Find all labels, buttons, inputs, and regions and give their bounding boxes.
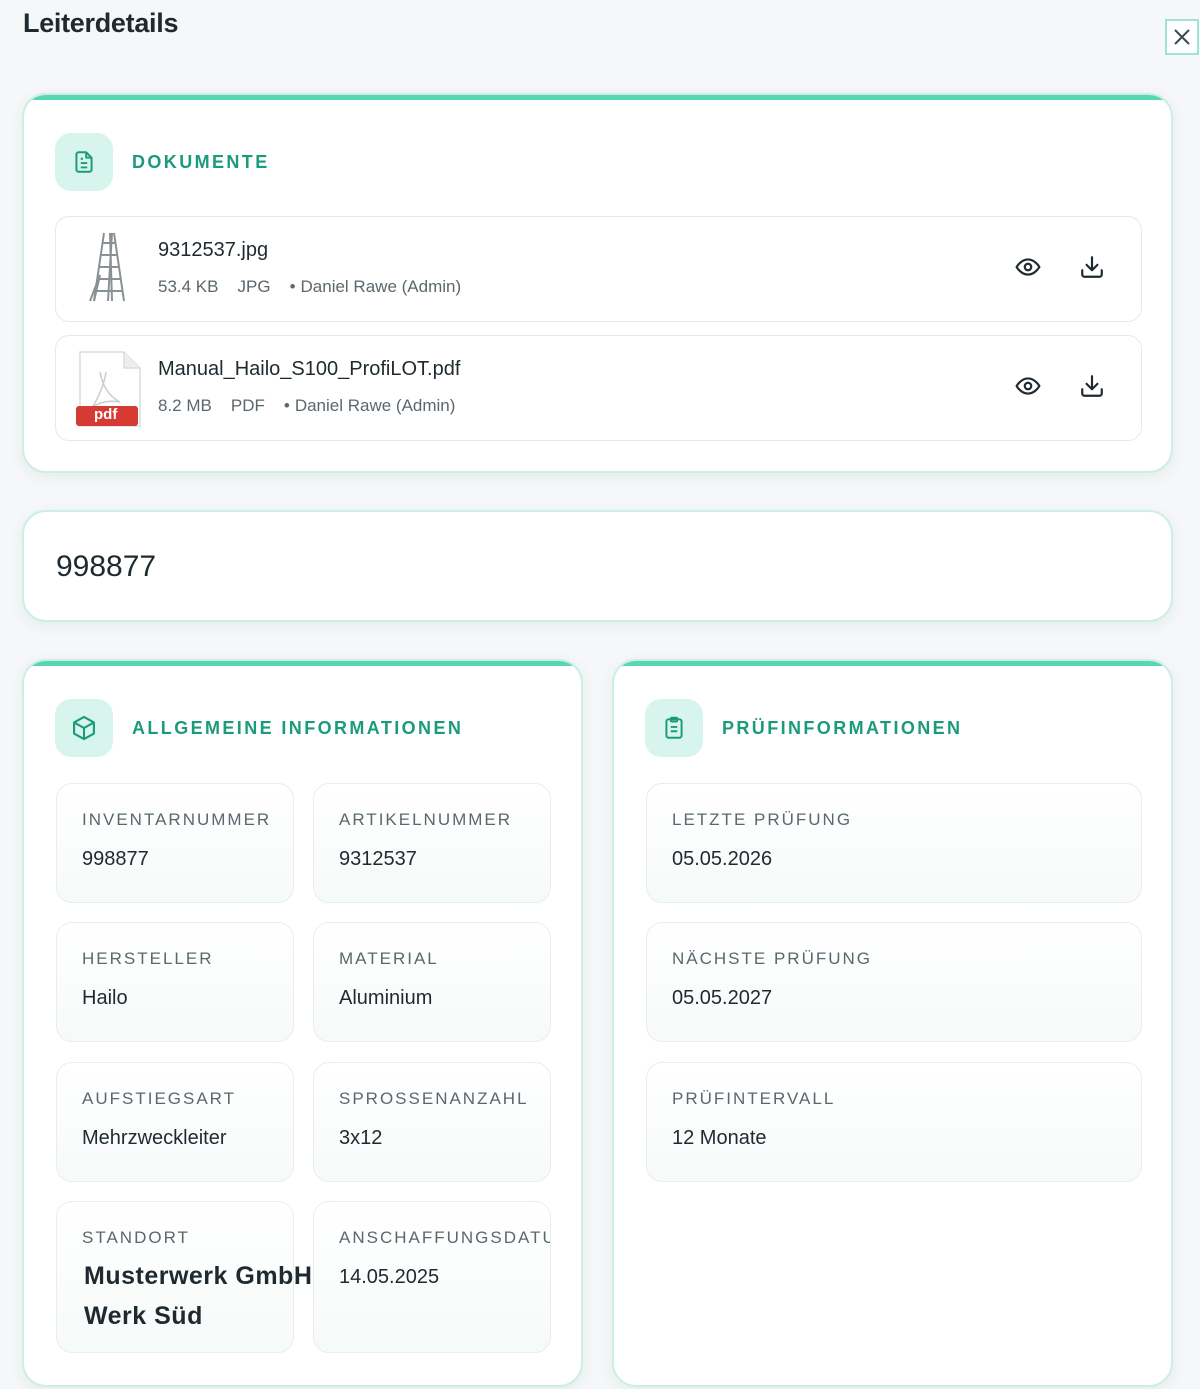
document-row[interactable]: pdf Manual_Hailo_S100_ProfiLOT.pdf 8.2 M…	[55, 335, 1142, 441]
document-meta: 8.2 MB PDF • Daniel Rawe (Admin)	[158, 396, 474, 416]
document-uploader: Daniel Rawe (Admin)	[294, 396, 456, 415]
pdf-file-icon: pdf	[74, 350, 144, 428]
field-article-number: ARTIKELNUMMER 9312537	[313, 783, 551, 903]
document-size: 8.2 MB	[158, 396, 212, 415]
field-value: Hailo	[82, 987, 128, 1009]
field-value: 9312537	[339, 848, 417, 870]
field-inventory-number: INVENTARNUMMER 998877	[56, 783, 294, 903]
identifier-value: 998877	[56, 550, 157, 583]
field-label: MATERIAL	[339, 949, 439, 968]
eye-icon	[1015, 258, 1041, 276]
document-icon	[55, 133, 113, 191]
document-type: JPG	[237, 277, 271, 296]
field-value: 05.05.2026	[672, 848, 773, 870]
document-type: PDF	[230, 396, 265, 415]
field-value: 3x12	[339, 1127, 383, 1149]
field-location: STANDORT Musterwerk GmbH, Werk Süd	[56, 1201, 319, 1353]
field-label: INVENTARNUMMER	[82, 810, 272, 829]
download-icon	[1081, 375, 1103, 397]
field-value: Mehrzweckleiter	[82, 1127, 227, 1149]
document-name[interactable]: 9312537.jpg	[158, 239, 268, 262]
field-manufacturer: HERSTELLER Hailo	[56, 922, 294, 1042]
field-value: Aluminium	[339, 987, 433, 1009]
field-label: NÄCHSTE PRÜFUNG	[672, 949, 873, 968]
general-info-header: ALLGEMEINE INFORMATIONEN	[55, 699, 463, 757]
documents-card: DOKUMENTE 9312537.jpg 53.4 KB JPG • Dani…	[22, 93, 1173, 473]
document-name[interactable]: Manual_Hailo_S100_ProfiLOT.pdf	[158, 358, 460, 381]
page-title: Leiterdetails	[23, 8, 179, 38]
eye-icon	[1015, 377, 1041, 395]
field-label: ARTIKELNUMMER	[339, 810, 513, 829]
meta-bullet: •	[283, 396, 290, 415]
inspection-info-header: PRÜFINFORMATIONEN	[645, 699, 962, 757]
identifier-card: 998877	[22, 510, 1173, 622]
inspection-info-title: PRÜFINFORMATIONEN	[722, 717, 963, 738]
field-inspection-interval: PRÜFINTERVALL 12 Monate	[646, 1062, 1142, 1182]
documents-title: DOKUMENTE	[132, 151, 270, 172]
inspection-info-card: PRÜFINFORMATIONEN LETZTE PRÜFUNG 05.05.2…	[612, 659, 1173, 1387]
field-material: MATERIAL Aluminium	[313, 922, 551, 1042]
document-row[interactable]: 9312537.jpg 53.4 KB JPG • Daniel Rawe (A…	[55, 216, 1142, 322]
document-uploader: Daniel Rawe (Admin)	[300, 277, 462, 296]
general-info-card: ALLGEMEINE INFORMATIONEN INVENTARNUMMER …	[22, 659, 583, 1387]
close-icon	[1174, 29, 1190, 45]
field-value: Musterwerk GmbH, Werk Süd	[84, 1262, 320, 1330]
clipboard-icon	[645, 699, 703, 757]
field-value: 14.05.2025	[339, 1266, 440, 1288]
view-button[interactable]	[1006, 245, 1050, 289]
download-button[interactable]	[1070, 364, 1114, 408]
field-value: 05.05.2027	[672, 987, 773, 1009]
download-icon	[1081, 256, 1103, 278]
download-button[interactable]	[1070, 245, 1114, 289]
field-label: AUFSTIEGSART	[82, 1089, 237, 1108]
pdf-label: pdf	[94, 406, 118, 423]
field-label: LETZTE PRÜFUNG	[672, 810, 853, 829]
field-label: PRÜFINTERVALL	[672, 1089, 836, 1108]
document-size: 53.4 KB	[158, 277, 219, 296]
view-button[interactable]	[1006, 364, 1050, 408]
general-info-title: ALLGEMEINE INFORMATIONEN	[132, 717, 464, 738]
field-label: STANDORT	[82, 1228, 190, 1247]
field-rung-count: SPROSSENANZAHL 3x12	[313, 1062, 551, 1182]
ladder-thumbnail-icon	[74, 231, 144, 309]
field-label: ANSCHAFFUNGSDATUM	[339, 1228, 551, 1247]
document-meta: 53.4 KB JPG • Daniel Rawe (Admin)	[158, 277, 480, 297]
field-value: 998877	[82, 848, 149, 870]
field-last-inspection: LETZTE PRÜFUNG 05.05.2026	[646, 783, 1142, 903]
field-next-inspection: NÄCHSTE PRÜFUNG 05.05.2027	[646, 922, 1142, 1042]
field-label: HERSTELLER	[82, 949, 214, 968]
field-ascent-type: AUFSTIEGSART Mehrzweckleiter	[56, 1062, 294, 1182]
meta-bullet: •	[289, 277, 296, 296]
documents-header: DOKUMENTE	[55, 133, 270, 191]
close-button[interactable]	[1165, 19, 1199, 55]
box-icon	[55, 699, 113, 757]
field-purchase-date: ANSCHAFFUNGSDATUM 14.05.2025	[313, 1201, 551, 1353]
field-value: 12 Monate	[672, 1127, 767, 1149]
field-label: SPROSSENANZAHL	[339, 1089, 529, 1108]
